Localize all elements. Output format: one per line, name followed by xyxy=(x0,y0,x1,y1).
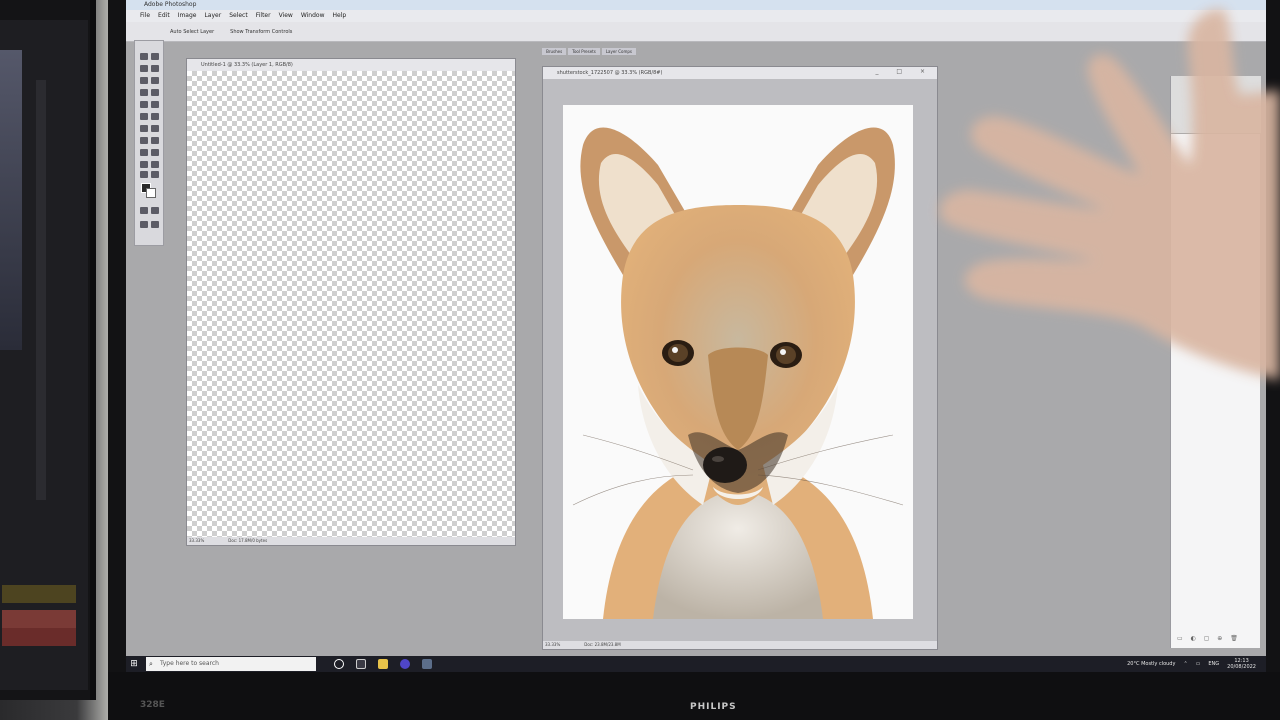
standard-mode-icon[interactable] xyxy=(151,207,159,214)
path-selection-tool-icon[interactable] xyxy=(140,137,148,144)
slice-tool-icon[interactable] xyxy=(151,77,159,84)
zoom-tool-icon[interactable] xyxy=(151,171,159,178)
tab-layer-comps[interactable]: Layer Comps xyxy=(601,48,636,55)
timeline-track xyxy=(2,610,76,628)
window-controls[interactable]: _ □ × xyxy=(875,68,933,75)
clone-stamp-tool-icon[interactable] xyxy=(140,101,148,108)
pen-tool-icon[interactable] xyxy=(140,149,148,156)
screen-mode-icon[interactable] xyxy=(140,221,148,228)
monitor-chin xyxy=(108,672,1280,720)
menu-bar: File Edit Image Layer Select Filter View… xyxy=(126,10,1266,22)
type-tool-icon[interactable] xyxy=(151,137,159,144)
tab-brushes[interactable]: Brushes xyxy=(542,48,567,55)
menu-image[interactable]: Image xyxy=(178,10,197,22)
gradient-tool-icon[interactable] xyxy=(151,113,159,120)
brush-tool-icon[interactable] xyxy=(151,89,159,96)
transparent-canvas[interactable] xyxy=(187,71,515,537)
photoshop-taskbar-icon[interactable] xyxy=(422,659,432,669)
language-indicator[interactable]: ENG xyxy=(1208,661,1219,667)
system-tray: 20°C Mostly cloudy ⌃ ▭ ENG 12:13 20/08/2… xyxy=(1127,658,1266,670)
menu-file[interactable]: File xyxy=(140,10,150,22)
hand-tool-icon[interactable] xyxy=(140,171,148,178)
search-icon: ⌕ xyxy=(149,660,153,668)
document-status-bar: 33.33% Doc: 23.8M/23.8M xyxy=(543,641,937,649)
weather-widget[interactable]: 20°C Mostly cloudy xyxy=(1127,661,1175,667)
options-bar: Auto Select Layer Show Transform Control… xyxy=(126,22,1266,42)
task-view-icon[interactable] xyxy=(356,659,366,669)
background-color-swatch[interactable] xyxy=(146,188,156,198)
menu-select[interactable]: Select xyxy=(229,10,248,22)
crop-tool-icon[interactable] xyxy=(140,77,148,84)
photo-scene: PHILIPS 328E Adobe Photoshop File Edit I… xyxy=(0,0,1280,720)
panel-buttons[interactable]: ▭ ◐ ▢ ⊕ 🗑 xyxy=(1177,635,1241,642)
transform-controls-checkbox[interactable]: Show Transform Controls xyxy=(230,22,292,41)
document-size: Doc: 17.8M/0 bytes xyxy=(228,538,268,543)
zoom-level[interactable]: 33.33% xyxy=(545,641,560,649)
app-titlebar: Adobe Photoshop xyxy=(126,0,1266,10)
document-size: Doc: 23.8M/23.8M xyxy=(584,642,621,647)
eraser-tool-icon[interactable] xyxy=(140,113,148,120)
video-preview xyxy=(0,50,22,350)
file-explorer-icon[interactable] xyxy=(378,659,388,669)
menu-window[interactable]: Window xyxy=(301,10,325,22)
toolbox xyxy=(134,40,164,246)
quick-mask-icon[interactable] xyxy=(140,207,148,214)
jump-to-imageready-icon[interactable] xyxy=(151,221,159,228)
document-window-untitled[interactable]: Untitled-1 @ 33.3% (Layer 1, RGB/8) 33.3… xyxy=(186,58,516,546)
taskbar-apps xyxy=(334,659,432,669)
blur-tool-icon[interactable] xyxy=(140,125,148,132)
app-icon[interactable] xyxy=(400,659,410,669)
eyedropper-tool-icon[interactable] xyxy=(151,161,159,168)
menu-layer[interactable]: Layer xyxy=(204,10,221,22)
menu-help[interactable]: Help xyxy=(333,10,347,22)
palettes-panel: ▭ ◐ ▢ ⊕ 🗑 xyxy=(1170,76,1261,648)
zoom-level[interactable]: 33.33% xyxy=(189,537,204,545)
network-icon[interactable]: ▭ xyxy=(1196,661,1201,667)
navigator-thumbnail[interactable] xyxy=(1171,76,1261,134)
secondary-monitor xyxy=(0,0,96,700)
menu-view[interactable]: View xyxy=(279,10,293,22)
search-placeholder: Type here to search xyxy=(160,660,219,667)
taskbar-clock[interactable]: 12:13 20/08/2022 xyxy=(1227,658,1256,670)
document-window-fox[interactable]: shutterstock_1722507 @ 33.3% (RGB/8#) _ … xyxy=(542,66,938,650)
fox-photo[interactable] xyxy=(563,105,913,619)
menu-filter[interactable]: Filter xyxy=(256,10,271,22)
document-status-bar: 33.33% Doc: 17.8M/0 bytes xyxy=(187,537,515,545)
windows-start-icon[interactable]: ⊞ xyxy=(126,656,142,672)
healing-brush-tool-icon[interactable] xyxy=(140,89,148,96)
notes-tool-icon[interactable] xyxy=(140,161,148,168)
timeline-track xyxy=(2,585,76,603)
taskbar-search[interactable]: ⌕ Type here to search xyxy=(146,657,316,671)
magic-wand-tool-icon[interactable] xyxy=(151,65,159,72)
shape-tool-icon[interactable] xyxy=(151,149,159,156)
auto-select-checkbox[interactable]: Auto Select Layer xyxy=(170,22,214,41)
timeline-track xyxy=(2,628,76,646)
marquee-tool-icon[interactable] xyxy=(140,53,148,60)
clock-date: 20/08/2022 xyxy=(1227,664,1256,670)
audio-meter xyxy=(36,80,46,500)
main-screen: Adobe Photoshop File Edit Image Layer Se… xyxy=(126,0,1266,672)
cortana-icon[interactable] xyxy=(334,659,344,669)
move-tool-icon[interactable] xyxy=(151,53,159,60)
fox-illustration xyxy=(563,105,913,619)
menu-edit[interactable]: Edit xyxy=(158,10,170,22)
tab-tool-presets[interactable]: Tool Presets xyxy=(568,48,600,55)
monitor-model: 328E xyxy=(140,700,165,710)
windows-taskbar: ⊞ ⌕ Type here to search 20°C Mostly clou… xyxy=(126,656,1266,672)
tray-chevron-icon[interactable]: ⌃ xyxy=(1183,661,1187,667)
monitor-brand: PHILIPS xyxy=(690,702,737,712)
palette-well: Brushes Tool Presets Layer Comps xyxy=(542,48,636,55)
document-title: Untitled-1 @ 33.3% (Layer 1, RGB/8) xyxy=(187,59,515,71)
video-editor-screen xyxy=(0,20,88,690)
dodge-tool-icon[interactable] xyxy=(151,125,159,132)
lasso-tool-icon[interactable] xyxy=(140,65,148,72)
history-brush-tool-icon[interactable] xyxy=(151,101,159,108)
